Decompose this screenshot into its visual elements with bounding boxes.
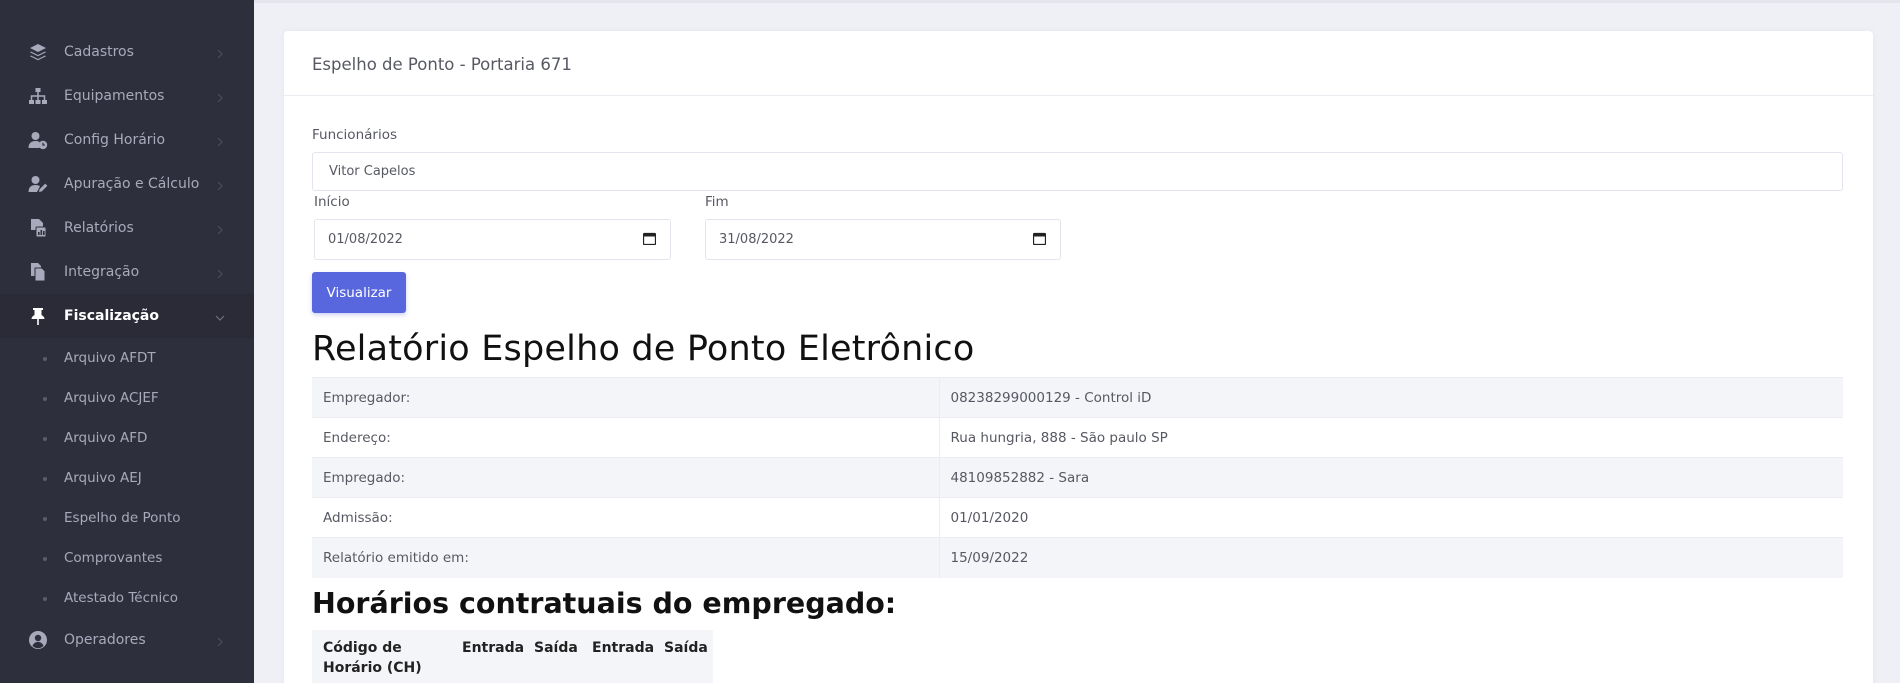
sidebar-item-fiscalizacao[interactable]: Fiscalização [0,294,254,338]
report-title: Relatório Espelho de Ponto Eletrônico [312,329,975,369]
row-value: 15/09/2022 [939,537,1843,578]
row-value: 01/01/2020 [939,497,1843,538]
bullet-icon [43,517,47,521]
table-row: Empregado: 48109852882 - Sara [312,457,1843,498]
sidebar-subitem-label: Espelho de Ponto [64,510,181,526]
sidebar-item-label: Equipamentos [64,88,165,104]
row-key: Empregado: [312,457,940,498]
report-info-table: Empregador: 08238299000129 - Control iD … [312,377,1843,578]
file-report-icon [28,218,48,238]
sidebar-subitem-atestado-tecnico[interactable]: Atestado Técnico [0,584,254,614]
sidebar-subitem-arquivo-afdt[interactable]: Arquivo AFDT [0,344,254,374]
sidebar-subitem-label: Atestado Técnico [64,590,178,606]
end-date-input[interactable]: 31/08/2022 [705,219,1061,260]
calendar-icon[interactable] [642,232,657,246]
bullet-icon [43,397,47,401]
layers-icon [28,42,48,62]
chevron-right-icon [214,265,226,279]
sidebar-subitem-arquivo-acjef[interactable]: Arquivo ACJEF [0,384,254,414]
table-row: Empregador: 08238299000129 - Control iD [312,377,1843,418]
start-date-value: 01/08/2022 [328,232,403,247]
start-date-input[interactable]: 01/08/2022 [314,219,671,260]
sidebar-item-operadores[interactable]: Operadores [0,618,254,662]
sidebar-item-label: Apuração e Cálculo [64,176,200,192]
sidebar-subitem-arquivo-afd[interactable]: Arquivo AFD [0,424,254,454]
employees-label: Funcionários [312,127,397,143]
sidebar-item-label: Operadores [64,632,146,648]
chevron-right-icon [214,177,226,191]
bullet-icon [43,477,47,481]
sidebar-item-integracao[interactable]: Integração [0,250,254,294]
bullet-icon [43,557,47,561]
sidebar-item-label: Fiscalização [64,308,159,324]
chevron-down-icon [214,309,226,321]
chevron-right-icon [214,633,226,647]
row-value: 08238299000129 - Control iD [939,377,1843,418]
bullet-icon [43,597,47,601]
schedule-table-header: Código de Horário (CH) Entrada Saída Ent… [312,630,713,683]
sidebar-item-config-horario[interactable]: Config Horário [0,118,254,162]
schedule-title: Horários contratuais do empregado: [312,587,897,620]
sidebar-subitem-label: Arquivo ACJEF [64,390,159,406]
column-header: Entrada [592,640,655,656]
sidebar-item-label: Relatórios [64,220,134,236]
employees-select[interactable]: Vitor Capelos [312,152,1843,191]
end-date-label: Fim [705,194,729,210]
sitemap-icon [28,86,48,106]
chevron-right-icon [214,221,226,235]
sidebar-subitem-comprovantes[interactable]: Comprovantes [0,544,254,574]
calendar-icon[interactable] [1032,232,1047,246]
sidebar-subitem-label: Arquivo AEJ [64,470,142,486]
bullet-icon [43,437,47,441]
row-key: Admissão: [312,497,940,538]
sidebar-item-label: Config Horário [64,132,166,148]
sidebar-subitem-label: Arquivo AFD [64,430,148,446]
sidebar-subitem-label: Arquivo AFDT [64,350,156,366]
table-row: Relatório emitido em: 15/09/2022 [312,537,1843,578]
sidebar: Cadastros Equipamentos Config Horário Ap… [0,0,254,683]
top-bar [254,0,1900,3]
table-row: Endereço: Rua hungria, 888 - São paulo S… [312,417,1843,458]
user-circle-icon [28,630,48,650]
column-header: Código de Horário (CH) [323,640,422,676]
sidebar-item-cadastros[interactable]: Cadastros [0,30,254,74]
sidebar-item-label: Integração [64,264,140,280]
sidebar-item-label: Cadastros [64,44,134,60]
row-key: Endereço: [312,417,940,458]
row-key: Relatório emitido em: [312,537,940,578]
page-title: Espelho de Ponto - Portaria 671 [312,55,572,74]
sidebar-item-equipamentos[interactable]: Equipamentos [0,74,254,118]
sidebar-subitem-espelho-de-ponto[interactable]: Espelho de Ponto [0,504,254,534]
row-value: 48109852882 - Sara [939,457,1843,498]
row-key: Empregador: [312,377,940,418]
start-date-label: Início [314,194,350,210]
table-row: Admissão: 01/01/2020 [312,497,1843,538]
end-date-value: 31/08/2022 [719,232,794,247]
chevron-right-icon [214,45,226,59]
user-clock-icon [28,130,48,150]
card-header: Espelho de Ponto - Portaria 671 [284,31,1873,96]
chevron-right-icon [214,89,226,103]
visualizar-button[interactable]: Visualizar [312,272,406,313]
sidebar-subitem-arquivo-aej[interactable]: Arquivo AEJ [0,464,254,494]
bullet-icon [43,357,47,361]
copy-files-icon [28,262,48,282]
user-edit-icon [28,174,48,194]
column-header: Saída [534,640,578,656]
sidebar-item-relatorios[interactable]: Relatórios [0,206,254,250]
row-value: Rua hungria, 888 - São paulo SP [939,417,1843,458]
pin-icon [28,306,48,326]
column-header: Saída [664,640,708,656]
column-header: Entrada [462,640,525,656]
sidebar-item-apuracao-calculo[interactable]: Apuração e Cálculo [0,162,254,206]
employees-value: Vitor Capelos [329,164,416,179]
sidebar-subitem-label: Comprovantes [64,550,163,566]
chevron-right-icon [214,133,226,147]
